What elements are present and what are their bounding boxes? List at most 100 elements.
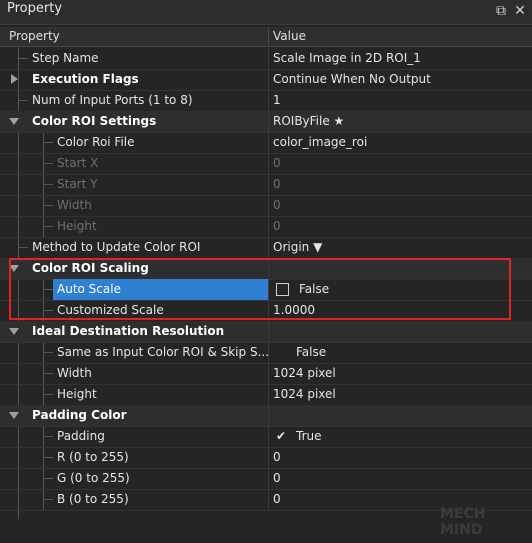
property-category-color-roi-settings[interactable]: Color ROI Settings ROIByFile ★	[0, 111, 532, 133]
tree-branch	[43, 226, 53, 227]
collapse-arrow-icon[interactable]	[9, 118, 19, 125]
tree-branch	[43, 394, 53, 395]
customized-scale-input[interactable]: 1.0000	[273, 303, 315, 317]
property-row-start-x: Start X 0	[0, 153, 532, 175]
tree-branch	[43, 499, 53, 500]
cell-divider	[268, 48, 269, 69]
tree-branch	[43, 457, 53, 458]
cell-divider	[268, 300, 269, 321]
auto-scale-checkbox[interactable]	[276, 283, 289, 296]
panel-title: Property	[7, 1, 63, 16]
collapse-arrow-icon[interactable]	[9, 265, 19, 272]
property-row-customized-scale[interactable]: Customized Scale 1.0000	[0, 300, 532, 322]
close-icon[interactable]: ✕	[511, 2, 529, 20]
cell-divider	[268, 258, 269, 279]
property-name: Start X	[57, 156, 99, 170]
property-name: Execution Flags	[32, 72, 139, 86]
property-name: R (0 to 255)	[57, 450, 129, 464]
tree-branch	[43, 184, 53, 185]
cell-divider	[268, 447, 269, 468]
property-value[interactable]: False	[296, 345, 326, 359]
property-row-step-name[interactable]: Step Name Scale Image in 2D ROI_1	[0, 48, 532, 70]
cell-divider	[268, 384, 269, 405]
property-category-ideal-destination-resolution[interactable]: Ideal Destination Resolution	[0, 321, 532, 343]
expand-arrow-icon[interactable]	[11, 74, 18, 84]
cell-divider	[268, 216, 269, 237]
restore-icon[interactable]: ⧉	[492, 2, 510, 20]
column-divider[interactable]	[268, 27, 269, 46]
property-name: Method to Update Color ROI	[32, 240, 201, 254]
property-row-dest-height[interactable]: Height 1024 pixel	[0, 384, 532, 406]
property-name: Width	[57, 198, 92, 212]
cell-divider	[268, 195, 269, 216]
property-row-start-y: Start Y 0	[0, 174, 532, 196]
property-row-roi-width: Width 0	[0, 195, 532, 217]
tree-branch	[43, 289, 53, 290]
check-mark-icon[interactable]: ✔	[276, 429, 286, 443]
property-row-padding[interactable]: Padding ✔ True	[0, 426, 532, 448]
cell-divider	[268, 342, 269, 363]
category-name: Ideal Destination Resolution	[32, 324, 225, 338]
tree-branch	[18, 58, 28, 59]
column-header: Property Value	[0, 27, 532, 47]
cell-divider	[268, 111, 269, 132]
cell-divider	[268, 363, 269, 384]
property-value[interactable]: Continue When No Output	[273, 72, 431, 86]
property-value[interactable]: 0	[273, 471, 281, 485]
property-name: B (0 to 255)	[57, 492, 129, 506]
property-name: G (0 to 255)	[57, 471, 130, 485]
category-name: Color ROI Settings	[32, 114, 157, 128]
property-name: Customized Scale	[57, 303, 164, 317]
property-value: 0	[273, 177, 281, 191]
cell-divider	[268, 405, 269, 426]
property-row-color-roi-file[interactable]: Color Roi File color_image_roi	[0, 132, 532, 154]
category-name: Color ROI Scaling	[32, 261, 149, 275]
property-value: 0	[273, 198, 281, 212]
property-value[interactable]: 1024 pixel	[273, 366, 336, 380]
collapse-arrow-icon[interactable]	[9, 328, 19, 335]
property-value[interactable]: color_image_roi	[273, 135, 367, 149]
property-name: Auto Scale	[57, 282, 121, 296]
property-row-auto-scale[interactable]: Auto Scale False	[0, 279, 532, 301]
tree-branch	[43, 142, 53, 143]
tree-branch	[43, 310, 53, 311]
collapse-arrow-icon[interactable]	[9, 412, 19, 419]
property-category-color-roi-scaling[interactable]: Color ROI Scaling	[0, 258, 532, 280]
cell-divider	[268, 237, 269, 258]
property-row-same-as-input[interactable]: Same as Input Color ROI & Skip S... Fals…	[0, 342, 532, 364]
property-row-dest-width[interactable]: Width 1024 pixel	[0, 363, 532, 385]
category-name: Padding Color	[32, 408, 127, 422]
property-name: Start Y	[57, 177, 98, 191]
property-row-num-input-ports[interactable]: Num of Input Ports (1 to 8) 1	[0, 90, 532, 112]
property-name: Height	[57, 219, 97, 233]
property-name: Height	[57, 387, 97, 401]
property-panel-titlebar: Property ⧉ ✕	[0, 0, 532, 25]
property-value[interactable]: 1	[273, 93, 281, 107]
property-name: Step Name	[32, 51, 99, 65]
property-category-padding-color[interactable]: Padding Color	[0, 405, 532, 427]
property-value[interactable]: ROIByFile ★	[273, 114, 344, 128]
property-row-r[interactable]: R (0 to 255) 0	[0, 447, 532, 469]
property-value[interactable]: 0	[273, 450, 281, 464]
property-row-g[interactable]: G (0 to 255) 0	[0, 468, 532, 490]
property-column-header[interactable]: Property	[9, 29, 60, 43]
cell-divider	[268, 426, 269, 447]
property-value[interactable]: 0	[273, 492, 281, 506]
property-value: 0	[273, 219, 281, 233]
cell-divider	[268, 174, 269, 195]
property-name: Width	[57, 366, 92, 380]
watermark-logo: MECH MIND	[440, 506, 486, 538]
tree-branch	[43, 436, 53, 437]
property-value[interactable]: Scale Image in 2D ROI_1	[273, 51, 421, 65]
property-row-method-update-color-roi[interactable]: Method to Update Color ROI Origin ▼	[0, 237, 532, 259]
cell-divider	[268, 321, 269, 342]
tree-branch	[43, 478, 53, 479]
value-column-header[interactable]: Value	[273, 29, 306, 43]
property-row-execution-flags[interactable]: Execution Flags Continue When No Output	[0, 69, 532, 91]
method-dropdown[interactable]: Origin ▼	[273, 240, 322, 254]
tree-branch	[43, 163, 53, 164]
tree-branch	[43, 373, 53, 374]
property-value[interactable]: 1024 pixel	[273, 387, 336, 401]
cell-divider	[268, 153, 269, 174]
property-value: False	[299, 282, 330, 296]
